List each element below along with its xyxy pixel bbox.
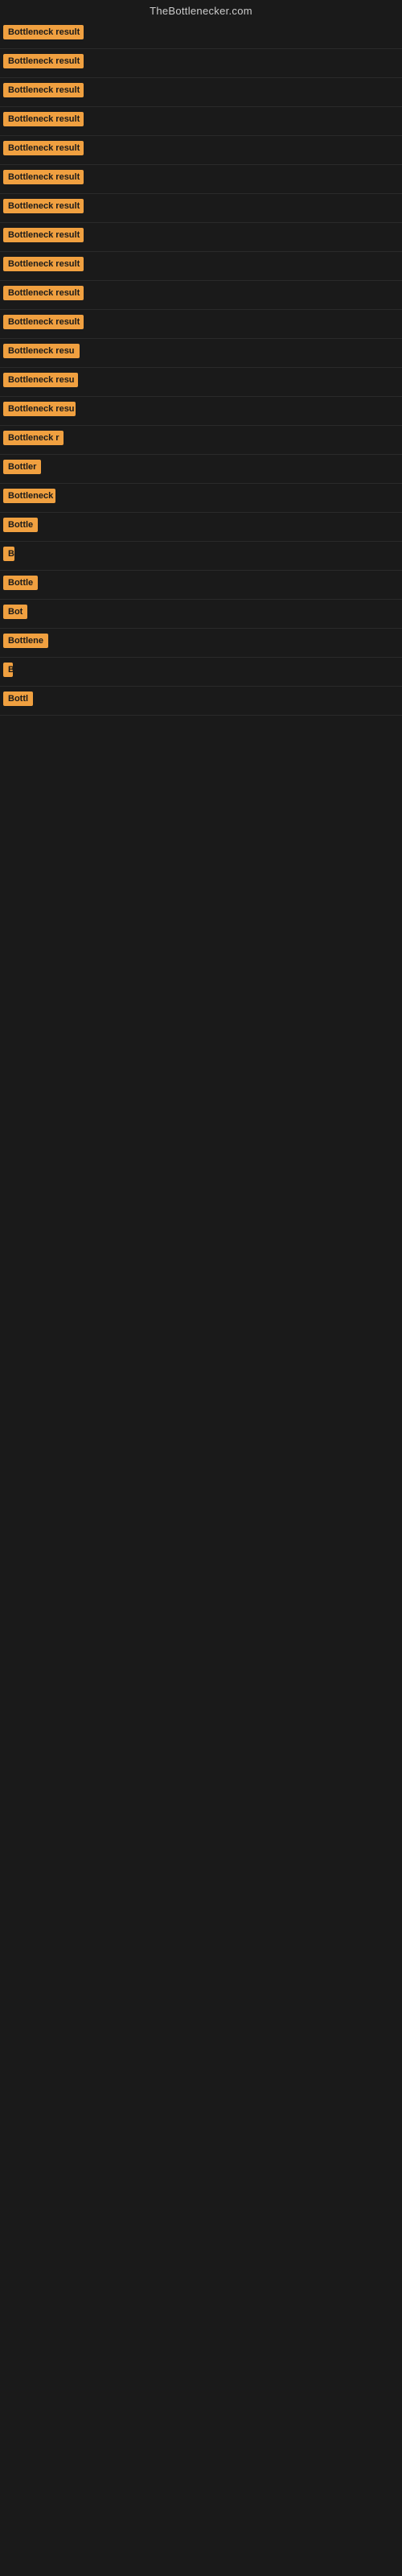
- badge-row: Bottleneck resu: [0, 368, 402, 397]
- badge-row: Bottle: [0, 571, 402, 600]
- badge-row: Bottleneck result: [0, 165, 402, 194]
- bottleneck-badge[interactable]: Bottleneck result: [3, 25, 84, 39]
- bottleneck-badge[interactable]: Bottleneck resu: [3, 344, 80, 358]
- badge-row: B: [0, 542, 402, 571]
- badge-row: Bot: [0, 600, 402, 629]
- bottleneck-badge[interactable]: Bottlene: [3, 634, 48, 648]
- bottleneck-badge[interactable]: Bottleneck result: [3, 257, 84, 271]
- badge-row: Bottleneck: [0, 484, 402, 513]
- bottleneck-badge[interactable]: Bottleneck result: [3, 54, 84, 68]
- badge-row: Bottleneck r: [0, 426, 402, 455]
- bottleneck-badge[interactable]: Bottleneck result: [3, 83, 84, 97]
- bottleneck-badge[interactable]: Bottleneck result: [3, 286, 84, 300]
- bottleneck-badge[interactable]: Bottleneck result: [3, 199, 84, 213]
- bottleneck-badge[interactable]: Bottleneck result: [3, 315, 84, 329]
- bottleneck-badge[interactable]: Bottleneck resu: [3, 402, 76, 416]
- bottleneck-badge[interactable]: Bottleneck result: [3, 112, 84, 126]
- bottleneck-badge[interactable]: Bottleneck result: [3, 141, 84, 155]
- badge-row: Bottleneck resu: [0, 397, 402, 426]
- bottleneck-badge[interactable]: Bottleneck result: [3, 228, 84, 242]
- badge-row: Bottleneck result: [0, 281, 402, 310]
- badge-row: Bottleneck result: [0, 20, 402, 49]
- bottleneck-badge[interactable]: Bottleneck r: [3, 431, 64, 445]
- bottleneck-badge[interactable]: Bottle: [3, 518, 38, 532]
- badge-row: Bottl: [0, 687, 402, 716]
- bottleneck-badge[interactable]: Bottl: [3, 691, 33, 706]
- bottleneck-badge[interactable]: B: [3, 663, 13, 677]
- site-title: TheBottlenecker.com: [0, 0, 402, 20]
- badge-row: Bottleneck result: [0, 252, 402, 281]
- bottleneck-badge[interactable]: B: [3, 547, 14, 561]
- badge-row: Bottle: [0, 513, 402, 542]
- badge-row: Bottleneck result: [0, 223, 402, 252]
- bottleneck-badge[interactable]: Bottler: [3, 460, 41, 474]
- bottleneck-badge[interactable]: Bottleneck resu: [3, 373, 78, 387]
- bottleneck-badge[interactable]: Bottle: [3, 576, 38, 590]
- badge-row: Bottleneck result: [0, 194, 402, 223]
- badge-row: Bottleneck result: [0, 310, 402, 339]
- bottleneck-badge[interactable]: Bottleneck: [3, 489, 55, 503]
- badge-row: Bottleneck resu: [0, 339, 402, 368]
- badge-row: Bottler: [0, 455, 402, 484]
- badge-row: B: [0, 658, 402, 687]
- badge-row: Bottleneck result: [0, 107, 402, 136]
- bottleneck-badge[interactable]: Bottleneck result: [3, 170, 84, 184]
- badge-row: Bottleneck result: [0, 78, 402, 107]
- badge-row: Bottlene: [0, 629, 402, 658]
- bottleneck-badge[interactable]: Bot: [3, 605, 27, 619]
- badge-row: Bottleneck result: [0, 136, 402, 165]
- badge-row: Bottleneck result: [0, 49, 402, 78]
